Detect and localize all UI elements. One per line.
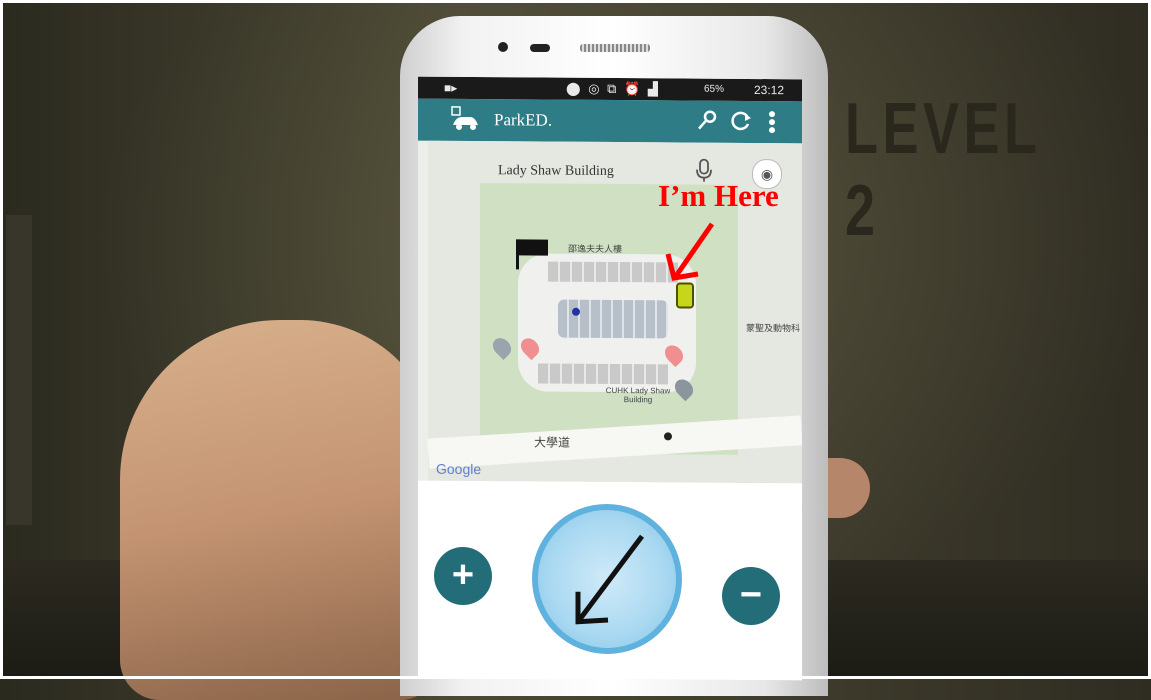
direction-arrow-icon <box>575 534 645 625</box>
location-icon: ⬤ <box>566 80 583 96</box>
car-logo-icon <box>451 106 478 131</box>
google-attribution: Google <box>436 460 482 478</box>
phone-screen: ■▸ ⬤ ◎ ⧉ ⏰ ▟ 65% 23:12 ParkED. Lady Shaw… <box>418 76 802 681</box>
im-here-annotation: I’m Here <box>658 178 779 213</box>
app-bar: ParkED. <box>418 98 802 144</box>
earpiece-speaker <box>580 44 650 52</box>
destination-flag-icon <box>518 239 548 256</box>
refresh-icon[interactable] <box>730 110 752 138</box>
map-label: 蒙聖及動物科 <box>746 322 801 334</box>
map-label: CUHK Lady Shaw Building <box>605 385 671 405</box>
overflow-menu-icon[interactable] <box>768 110 776 140</box>
red-pointer-arrow-icon <box>665 222 715 281</box>
front-camera <box>498 42 508 52</box>
hand <box>120 320 440 700</box>
alarm-icon: ⏰ <box>624 81 643 97</box>
parking-stalls <box>548 261 678 283</box>
location-dot <box>572 307 580 316</box>
signal-icon: ▟ <box>647 81 660 97</box>
road-label: 大學道 <box>534 435 571 450</box>
key-icon[interactable] <box>696 110 718 138</box>
building-name: Lady Shaw Building <box>498 163 614 180</box>
proximity-sensor <box>530 44 550 52</box>
video-icon: ■▸ <box>444 80 458 95</box>
clock: 23:12 <box>754 83 785 98</box>
parking-stalls <box>538 363 668 385</box>
direction-compass[interactable] <box>532 503 682 655</box>
background-pillar <box>6 215 32 525</box>
sync-icon: ◎ <box>588 80 602 96</box>
status-bar: ■▸ ⬤ ◎ ⧉ ⏰ ▟ 65% 23:12 <box>418 76 802 102</box>
parking-stalls <box>558 299 668 339</box>
nfc-icon: ⧉ <box>607 80 619 97</box>
status-icons: ⬤ ◎ ⧉ ⏰ ▟ <box>566 81 660 98</box>
level-sign: LEVEL 2 <box>845 89 1041 251</box>
zoom-out-button[interactable]: − <box>722 566 780 626</box>
control-panel: + − <box>418 480 802 681</box>
zoom-in-button[interactable]: + <box>434 546 492 606</box>
battery-level: 65% <box>704 83 725 95</box>
app-title: ParkED. <box>494 110 553 130</box>
map-label: 邵逸夫夫人樓 <box>568 243 623 255</box>
entrance-dot <box>664 432 672 441</box>
